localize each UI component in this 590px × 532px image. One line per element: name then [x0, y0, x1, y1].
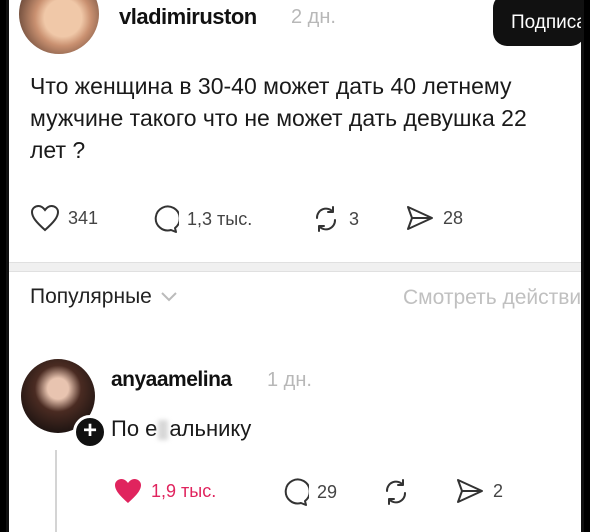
- comment-text: По е альнику: [111, 416, 251, 442]
- comment-repost-button[interactable]: [381, 477, 419, 507]
- post-text-line: лет ?: [30, 137, 86, 163]
- view-activity-link[interactable]: Смотреть действия: [403, 286, 581, 310]
- comment-button[interactable]: 1,3 тыс.: [149, 204, 252, 234]
- comment-reply-count: 29: [317, 481, 338, 502]
- share-button[interactable]: 28: [405, 204, 463, 232]
- like-button[interactable]: 341: [30, 204, 98, 232]
- comment-reply-button[interactable]: 29: [279, 477, 337, 507]
- commenter-username[interactable]: anyaamelina: [111, 368, 232, 392]
- repost-icon: [385, 479, 407, 505]
- thread-line: [55, 450, 57, 532]
- post-time: 2 дн.: [291, 6, 336, 28]
- post-text-line: Что женщина в 30-40 может дать 40 летнем…: [30, 73, 512, 99]
- section-divider: [9, 262, 581, 272]
- censor-blur: [158, 420, 169, 441]
- sort-label: Популярные: [30, 285, 152, 308]
- repost-button[interactable]: 3: [311, 204, 359, 234]
- comment-count: 1,3 тыс.: [187, 208, 253, 229]
- speech-bubble-icon: [154, 205, 179, 233]
- sort-dropdown[interactable]: Популярные: [30, 285, 178, 309]
- chevron-down-icon: [161, 292, 177, 302]
- comment-time: 1 дн.: [267, 369, 312, 391]
- comment-share-button[interactable]: 2: [455, 477, 503, 505]
- follow-plus-icon[interactable]: +: [73, 415, 107, 449]
- share-count: 28: [443, 207, 464, 228]
- heart-filled-icon: [115, 479, 141, 503]
- author-username[interactable]: vladimiruston: [119, 4, 257, 30]
- comment-share-count: 2: [493, 480, 504, 501]
- post-text-line: мужчине такого что не может дать девушка…: [30, 105, 527, 131]
- post-text: Что женщина в 30-40 может дать 40 летнем…: [30, 70, 581, 166]
- repost-icon: [315, 206, 337, 232]
- comment-like-count: 1,9 тыс.: [151, 480, 217, 501]
- author-avatar[interactable]: [19, 0, 99, 54]
- comment-text-start: По е: [111, 416, 158, 441]
- repost-count: 3: [349, 208, 360, 229]
- like-count: 341: [68, 207, 99, 228]
- send-icon: [457, 479, 483, 503]
- comment-text-end: альнику: [169, 416, 252, 441]
- app-frame: vladimiruston 2 дн. Подписаться Что женщ…: [6, 0, 584, 532]
- heart-icon: [30, 204, 60, 232]
- send-icon: [407, 206, 433, 230]
- subscribe-button[interactable]: Подписаться: [493, 0, 581, 46]
- speech-bubble-icon: [284, 478, 309, 506]
- comment-like-button[interactable]: 1,9 тыс.: [113, 477, 216, 505]
